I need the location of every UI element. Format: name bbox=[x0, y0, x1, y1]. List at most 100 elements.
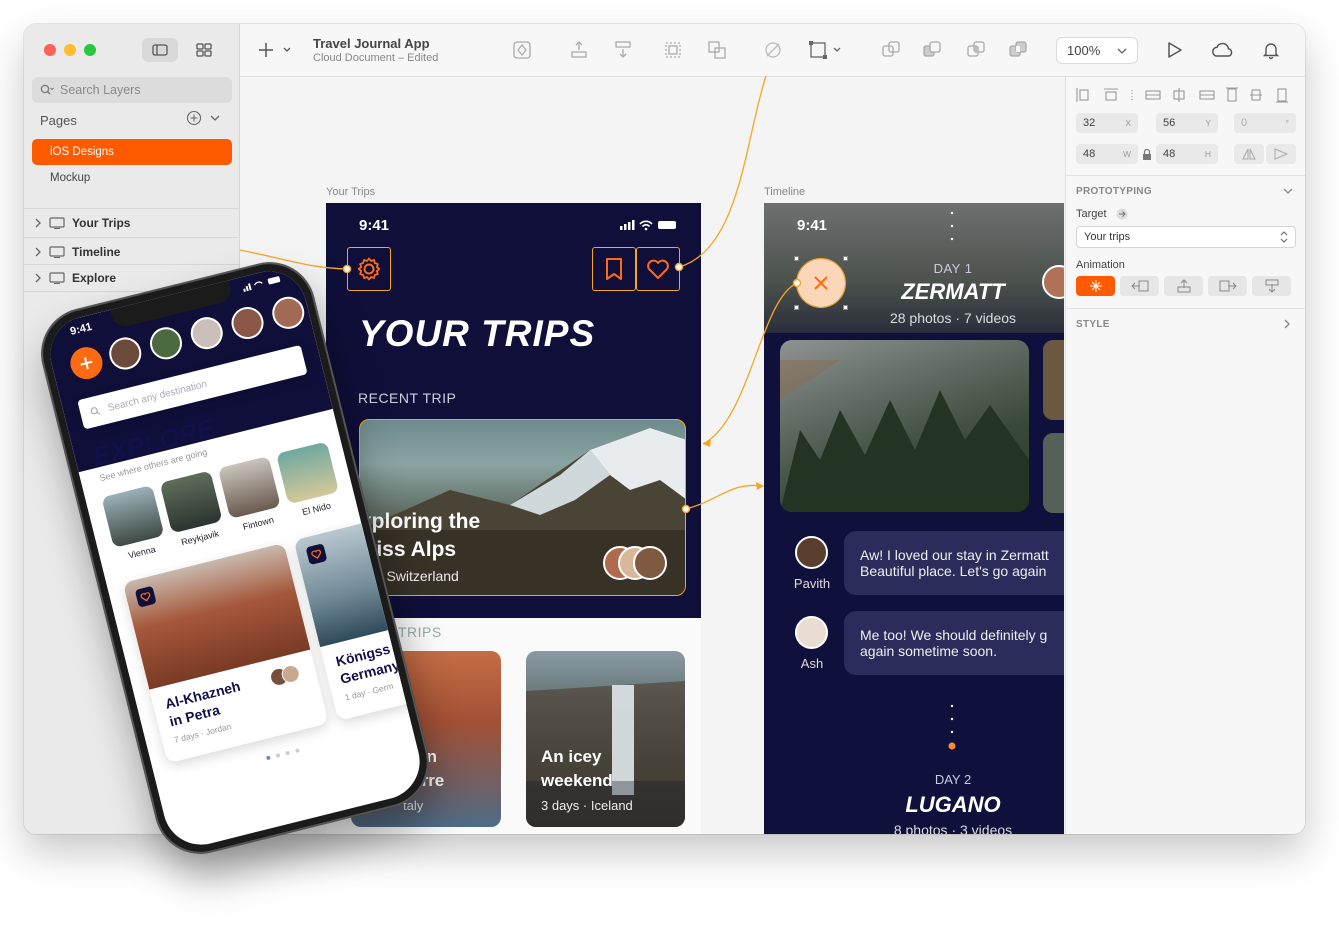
place-meta: 8 photos · 3 videos bbox=[893, 822, 1013, 834]
add-page-icon[interactable] bbox=[186, 110, 202, 126]
target-select[interactable]: Your trips bbox=[1076, 226, 1296, 248]
slide-left-icon bbox=[1130, 280, 1148, 292]
place-thumb-fintown[interactable] bbox=[217, 455, 281, 519]
layer-label: Your Trips bbox=[72, 215, 131, 230]
x-field[interactable]: 32 X bbox=[1076, 113, 1138, 133]
favorite-button[interactable] bbox=[636, 247, 680, 291]
place-thumb-reykjavik[interactable] bbox=[159, 470, 223, 534]
photo-thumb[interactable] bbox=[1043, 340, 1064, 420]
target-label: Target bbox=[1076, 208, 1107, 220]
prototyping-header[interactable]: PROTOTYPING bbox=[1076, 186, 1152, 197]
chevron-down-icon[interactable] bbox=[210, 114, 220, 122]
commenter-name: Ash bbox=[800, 656, 824, 671]
animation-from-left-button[interactable] bbox=[1208, 276, 1247, 296]
ungroup-button[interactable] bbox=[706, 39, 728, 61]
scale-icon bbox=[809, 41, 841, 59]
lock-icon[interactable] bbox=[1142, 149, 1152, 160]
document-title: Travel Journal App bbox=[313, 36, 430, 51]
y-value: 56 bbox=[1163, 117, 1176, 129]
align-icons[interactable] bbox=[1076, 87, 1298, 103]
group-button[interactable] bbox=[662, 39, 684, 61]
comment-line2: Beautiful place. Let's go again bbox=[860, 563, 1047, 579]
settings-button[interactable] bbox=[347, 247, 391, 291]
comment-bubble[interactable]: Me too! We should definitely g again som… bbox=[844, 611, 1064, 675]
rotation-value: 0 bbox=[1241, 117, 1248, 129]
cloud-button[interactable] bbox=[1210, 39, 1236, 61]
zoom-window-button[interactable] bbox=[84, 44, 96, 56]
intersect-button[interactable] bbox=[965, 39, 987, 61]
rotation-unit: ° bbox=[1285, 118, 1289, 128]
page-indicator[interactable] bbox=[265, 746, 305, 761]
forward-button[interactable] bbox=[568, 39, 590, 61]
mask-button[interactable] bbox=[762, 39, 784, 61]
flip-vertical-button[interactable] bbox=[1266, 144, 1296, 164]
chevron-up-down-icon bbox=[1280, 231, 1288, 243]
mask-icon bbox=[765, 42, 781, 58]
animation-from-right-button[interactable] bbox=[1120, 276, 1159, 296]
recent-trip-card[interactable]: xploring the wiss Alps ys · Switzerland bbox=[359, 419, 686, 596]
artboard-label-timeline[interactable]: Timeline bbox=[764, 186, 805, 198]
rotation-field[interactable]: 0 ° bbox=[1234, 113, 1296, 133]
comment-bubble[interactable]: Aw! I loved our stay in Zermatt Beautifu… bbox=[844, 531, 1064, 595]
animation-from-top-button[interactable] bbox=[1252, 276, 1291, 296]
toolbar: Travel Journal App Cloud Document – Edit… bbox=[240, 24, 1305, 77]
play-icon bbox=[1168, 42, 1182, 58]
place-thumb-el-nido[interactable] bbox=[276, 441, 340, 505]
preview-button[interactable] bbox=[1163, 39, 1185, 61]
chevron-down-icon[interactable] bbox=[1283, 187, 1293, 195]
close-window-button[interactable] bbox=[44, 44, 56, 56]
page-title: YOUR TRIPS bbox=[359, 313, 596, 354]
create-symbol-button[interactable] bbox=[511, 39, 533, 61]
animation-label: Animation bbox=[1076, 259, 1125, 271]
heart-icon bbox=[647, 259, 669, 279]
style-header[interactable]: STYLE bbox=[1076, 319, 1110, 330]
sidebar-toggle-button[interactable] bbox=[142, 38, 178, 62]
chevron-down-icon bbox=[1117, 48, 1127, 54]
place-thumb-vienna[interactable] bbox=[101, 484, 165, 548]
subtract-button[interactable] bbox=[921, 39, 943, 61]
flip-vertical-icon bbox=[1274, 148, 1288, 160]
timeline-dots bbox=[950, 211, 954, 241]
artboard-label-your-trips[interactable]: Your Trips bbox=[326, 186, 375, 198]
timeline-dots bbox=[948, 704, 956, 750]
layer-label: Explore bbox=[72, 271, 117, 285]
trips-label: TRIPS bbox=[398, 624, 442, 640]
photo-forest[interactable] bbox=[780, 340, 1029, 512]
zoom-select[interactable]: 100% bbox=[1056, 37, 1138, 64]
search-icon bbox=[40, 84, 54, 95]
search-icon bbox=[90, 407, 101, 415]
page-item-ios-designs[interactable]: iOS Designs bbox=[32, 139, 232, 165]
flip-horizontal-icon bbox=[1242, 148, 1256, 160]
bookmark-button[interactable] bbox=[592, 247, 636, 291]
insert-button[interactable] bbox=[258, 39, 294, 61]
artboard-timeline[interactable]: 9:41 DAY 1 ZERMATT 28 photos · 7 videos … bbox=[764, 203, 1064, 834]
trip-title-line1: An icey bbox=[541, 747, 602, 766]
union-button[interactable] bbox=[880, 39, 902, 61]
y-field[interactable]: 56 Y bbox=[1156, 113, 1218, 133]
notifications-button[interactable] bbox=[1260, 39, 1282, 61]
photo-thumb[interactable] bbox=[1043, 433, 1064, 513]
featured-card-petra[interactable]: Al-Khazneh in Petra 7 days · Jordan bbox=[122, 542, 329, 764]
page-item-mockup[interactable]: Mockup bbox=[32, 165, 232, 191]
minimize-window-button[interactable] bbox=[64, 44, 76, 56]
animation-none-button[interactable] bbox=[1076, 276, 1115, 296]
height-field[interactable]: 48 H bbox=[1156, 144, 1218, 164]
symbol-icon bbox=[513, 41, 531, 59]
difference-button[interactable] bbox=[1007, 39, 1029, 61]
backward-button[interactable] bbox=[612, 39, 634, 61]
trip-card-iceland[interactable]: An icey weekend 3 days · Iceland bbox=[526, 651, 685, 827]
animation-from-bottom-button[interactable] bbox=[1164, 276, 1203, 296]
go-to-target-icon[interactable] bbox=[1116, 208, 1128, 220]
components-button[interactable] bbox=[186, 38, 222, 62]
bell-icon bbox=[1262, 43, 1280, 60]
search-layers-input[interactable]: Search Layers bbox=[32, 77, 232, 103]
layer-timeline[interactable]: Timeline bbox=[24, 237, 240, 265]
chevron-right-icon[interactable] bbox=[1283, 319, 1291, 329]
width-value: 48 bbox=[1083, 148, 1096, 160]
flip-horizontal-button[interactable] bbox=[1234, 144, 1264, 164]
scale-button[interactable] bbox=[808, 39, 844, 61]
plus-icon bbox=[80, 357, 93, 370]
artboard-icon bbox=[49, 216, 65, 229]
width-field[interactable]: 48 W bbox=[1076, 144, 1138, 164]
layer-your-trips[interactable]: Your Trips bbox=[24, 208, 240, 236]
